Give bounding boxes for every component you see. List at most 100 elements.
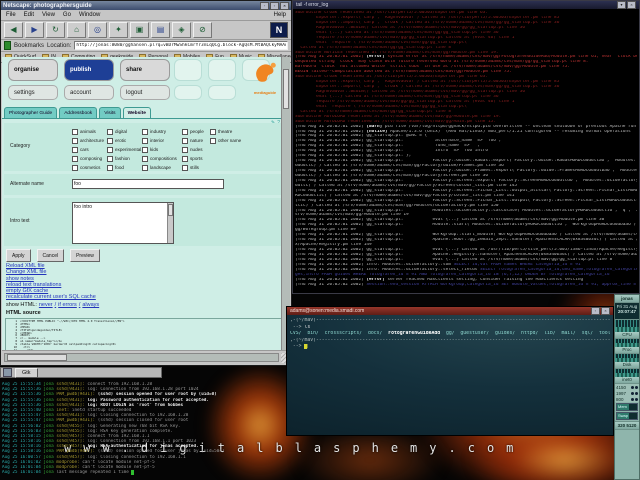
category-checkbox[interactable]	[142, 138, 148, 144]
category-checkbox[interactable]	[72, 156, 78, 162]
shade-button[interactable]: ▾	[617, 1, 626, 9]
nav-logout-button[interactable]: logout	[120, 85, 170, 100]
preview-button[interactable]: Preview	[70, 249, 100, 262]
nav-share-button[interactable]: share	[120, 59, 170, 81]
category-checkbox[interactable]	[107, 165, 113, 171]
category-option[interactable]: interior	[142, 136, 182, 145]
category-checkbox[interactable]	[142, 129, 148, 135]
category-checkbox[interactable]	[107, 156, 113, 162]
terminal-output[interactable]: ,-(~/mav)-------------------------------…	[287, 315, 613, 354]
category-option[interactable]: compositions	[142, 154, 182, 163]
menu-item[interactable]: Window	[79, 12, 100, 18]
terminal-output[interactable]: Subroutine croak redefined at /usr/lib/p…	[293, 9, 639, 290]
cancel-button[interactable]: Cancel	[37, 249, 65, 262]
terminal-titlebar[interactable]: tail -f error_log ▾ ×	[293, 1, 639, 9]
category-checkbox[interactable]	[72, 138, 78, 144]
category-checkbox[interactable]	[72, 129, 78, 135]
category-checkbox[interactable]	[210, 129, 216, 135]
proc-panel[interactable]: Proc	[615, 339, 639, 354]
category-checkbox[interactable]	[142, 156, 148, 162]
memory-panel[interactable]: Mem Swap	[615, 403, 639, 422]
category-option[interactable]: nudes	[182, 145, 210, 154]
apply-button[interactable]: Apply	[6, 249, 31, 262]
shaded-window-bar[interactable]: Gtk	[0, 367, 162, 378]
menu-item[interactable]: Go	[63, 12, 71, 18]
category-checkbox[interactable]	[182, 138, 188, 144]
nav-organise-button[interactable]: organise	[8, 59, 58, 81]
separator[interactable]: /	[55, 302, 57, 308]
category-option[interactable]: sports	[182, 154, 210, 163]
disk-panel[interactable]: Disk	[615, 354, 639, 369]
menu-item[interactable]: Edit	[24, 12, 34, 18]
net-panel[interactable]: inet0	[615, 369, 639, 384]
bookmark-icon[interactable]	[4, 41, 11, 50]
nav-settings-button[interactable]: settings	[8, 85, 58, 100]
nav-account-button[interactable]: account	[64, 85, 114, 100]
category-checkbox[interactable]	[182, 156, 188, 162]
category-checkbox[interactable]	[72, 147, 78, 153]
reload-icon[interactable]: ↻	[46, 22, 65, 38]
admin-link[interactable]: recalculate current user's SQL cache	[6, 294, 96, 300]
category-option[interactable]: architecture	[72, 136, 107, 145]
page-horizontal-scrollbar[interactable]	[4, 353, 279, 362]
category-option[interactable]: erotic	[107, 136, 142, 145]
category-option[interactable]: stills	[182, 163, 210, 172]
intro-text-textarea[interactable]: foo intro	[73, 203, 167, 243]
cpu-panel[interactable]: CPU	[615, 320, 639, 339]
forward-icon[interactable]: ▶	[25, 22, 44, 38]
show-html-if-errors-link[interactable]: if errors	[58, 302, 77, 308]
category-option[interactable]: experimental	[107, 145, 142, 154]
category-option[interactable]: theatre	[210, 127, 252, 136]
category-checkbox[interactable]	[107, 138, 113, 144]
home-icon[interactable]: ⌂	[67, 22, 86, 38]
category-option[interactable]: animals	[72, 127, 107, 136]
menu-item[interactable]: File	[6, 12, 16, 18]
category-checkbox[interactable]	[182, 147, 188, 153]
category-checkbox[interactable]	[142, 147, 148, 153]
separator[interactable]: /	[79, 302, 81, 308]
syslog-terminal-output[interactable]: Aug 25 15:55:34 jona sshd[9431]: connect…	[2, 382, 304, 478]
nav-publish-button[interactable]: publish	[64, 59, 114, 81]
shaded-window-title[interactable]: Gtk	[15, 368, 38, 378]
category-option[interactable]: industry	[142, 127, 182, 136]
guide-icon[interactable]: ✦	[109, 22, 128, 38]
terminal-titlebar[interactable]: adams@sonen:media.smadi.com ▫ ×	[287, 307, 613, 315]
print-icon[interactable]: ▤	[151, 22, 170, 38]
textarea-scrollbar[interactable]	[167, 203, 173, 243]
category-option[interactable]: food	[107, 163, 142, 172]
category-checkbox[interactable]	[107, 147, 113, 153]
search-icon[interactable]: ◎	[88, 22, 107, 38]
close-button[interactable]: ×	[627, 1, 636, 9]
category-option[interactable]: cars	[72, 145, 107, 154]
html-source-listing[interactable]: 1<!DOCTYPE HTML PUBLIC "-//W3C//DTD HTML…	[5, 318, 283, 353]
category-checkbox[interactable]	[142, 165, 148, 171]
category-checkbox[interactable]	[182, 129, 188, 135]
show-html-never-link[interactable]: never	[39, 302, 53, 308]
stop-icon[interactable]: ⊘	[193, 22, 212, 38]
category-option[interactable]: kids	[142, 145, 182, 154]
category-option[interactable]: composing	[72, 154, 107, 163]
show-html-always-link[interactable]: always	[82, 302, 99, 308]
category-checkbox[interactable]	[182, 165, 188, 171]
close-button[interactable]: ×	[280, 2, 289, 10]
category-option[interactable]: other name	[210, 136, 252, 145]
bookmarks-label[interactable]: Bookmarks	[14, 43, 44, 49]
images-icon[interactable]: ▣	[130, 22, 149, 38]
category-checkbox[interactable]	[72, 165, 78, 171]
close-button[interactable]: ×	[601, 307, 610, 315]
category-option[interactable]: people	[182, 127, 210, 136]
menu-item[interactable]: View	[42, 12, 55, 18]
browser-titlebar[interactable]: Netscape: photographersguide ·▫×	[1, 1, 291, 10]
maximize-button[interactable]: ▫	[270, 2, 279, 10]
category-checkbox[interactable]	[107, 129, 113, 135]
category-option[interactable]: cosmetics	[72, 163, 107, 172]
menu-help[interactable]: Help	[274, 12, 286, 18]
category-option[interactable]: fashion	[107, 154, 142, 163]
category-checkbox[interactable]	[210, 138, 216, 144]
maximize-button[interactable]: ▫	[591, 307, 600, 315]
security-icon[interactable]: ◈	[172, 22, 191, 38]
category-option[interactable]: landscape	[142, 163, 182, 172]
back-icon[interactable]: ◀	[4, 22, 23, 38]
category-option[interactable]: digital	[107, 127, 142, 136]
category-option[interactable]: nature	[182, 136, 210, 145]
